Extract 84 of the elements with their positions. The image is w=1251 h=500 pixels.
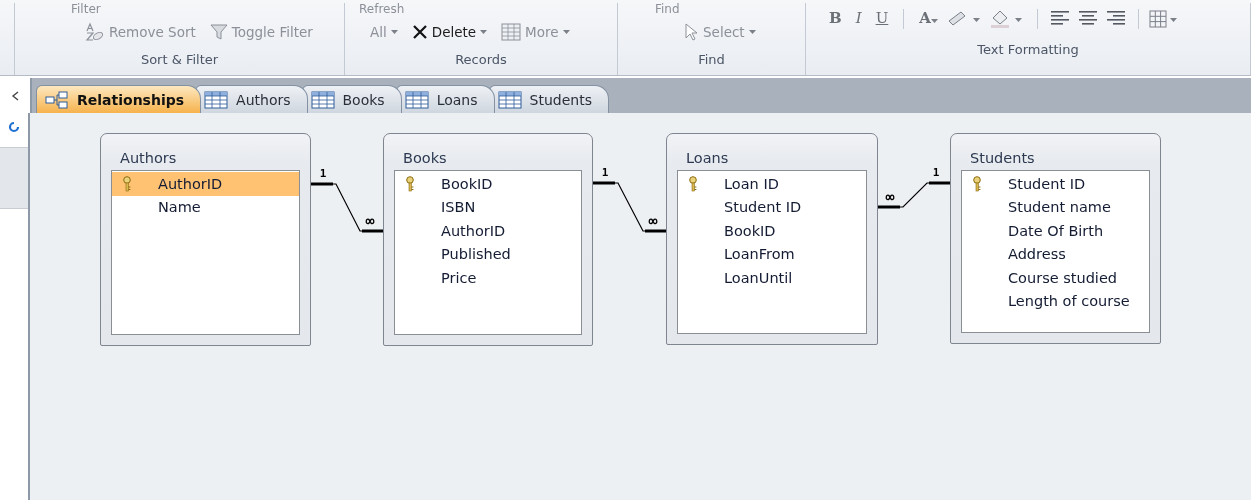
field-item[interactable]: Date Of Birth — [962, 219, 1149, 243]
field-item[interactable]: Student ID — [962, 172, 1149, 196]
delete-x-icon — [411, 24, 428, 40]
key-icon — [122, 175, 132, 192]
field-item[interactable]: Address — [962, 242, 1149, 266]
field-name: LoanFrom — [724, 246, 795, 263]
many-end-label: ∞ — [885, 188, 895, 206]
field-item[interactable]: Published — [395, 242, 581, 266]
group-label: Text Formatting — [976, 40, 1080, 59]
field-item[interactable]: Student ID — [678, 195, 866, 219]
field-name: Length of course — [1008, 293, 1130, 310]
dropdown-caret-icon — [748, 30, 756, 34]
table-title: Loans — [685, 149, 730, 168]
relationships-icon — [45, 90, 69, 109]
table-field-list[interactable]: Students Student ID Student name Date Of Birth Address Course studied Length of course — [950, 133, 1161, 344]
field-item[interactable]: AuthorID — [395, 219, 581, 243]
field-name: Loan ID — [724, 175, 779, 192]
field-item[interactable]: BookID — [395, 172, 581, 196]
field-item[interactable]: AuthorID — [112, 172, 299, 196]
field-name: AuthorID — [441, 222, 506, 239]
field-name: Name — [158, 199, 201, 216]
table-icon — [497, 90, 522, 109]
field-name: AuthorID — [158, 175, 223, 192]
table-title: Books — [402, 149, 448, 168]
ribbon-button[interactable]: Delete — [408, 22, 491, 42]
one-end-label: 1 — [601, 166, 609, 179]
field-name: BookID — [441, 175, 493, 192]
field-name: ISBN — [441, 199, 476, 216]
dropdown-caret-icon — [390, 30, 398, 34]
group-label: Find — [697, 50, 726, 69]
document-tab[interactable]: Authors — [195, 85, 308, 113]
key-icon — [688, 175, 698, 192]
table-field-list[interactable]: Books BookID ISBN AuthorID Published Price — [383, 133, 593, 346]
grid-icon — [501, 23, 522, 41]
gridlines-icon[interactable] — [1148, 9, 1179, 29]
field-item[interactable]: ISBN — [395, 195, 581, 219]
one-end-label: 1 — [319, 167, 327, 180]
field-name: Course studied — [1008, 269, 1118, 286]
table-field-list[interactable]: Authors AuthorID Name — [100, 133, 311, 346]
field-name: Student ID — [724, 199, 802, 216]
field-item[interactable]: Name — [112, 195, 299, 219]
table-field-list[interactable]: Loans Loan ID Student ID BookID LoanFrom LoanUntil — [666, 133, 878, 345]
field-item[interactable]: Student name — [962, 195, 1149, 219]
document-tab[interactable]: Books — [301, 85, 402, 113]
cursor-arrow-icon — [683, 22, 699, 42]
key-icon — [405, 175, 415, 192]
group-label: Sort & Filter — [139, 50, 220, 69]
collapse-chevron-icon[interactable] — [11, 90, 19, 101]
field-name: BookID — [724, 222, 776, 239]
document-tab[interactable]: Loans — [395, 85, 495, 113]
field-name: Student ID — [1008, 175, 1086, 192]
field-item[interactable]: Price — [395, 266, 581, 290]
group-label: Records — [454, 50, 508, 69]
field-name: Published — [441, 246, 511, 263]
filter-icon — [209, 23, 228, 41]
document-tab[interactable]: Students — [488, 85, 609, 113]
field-name: Address — [1008, 246, 1066, 263]
field-name: Student name — [1008, 199, 1111, 216]
dropdown-caret-icon — [480, 30, 488, 34]
field-item[interactable]: Course studied — [962, 266, 1149, 290]
field-name: LoanUntil — [724, 269, 793, 286]
relationship-line[interactable] — [309, 182, 385, 233]
field-item[interactable]: LoanFrom — [678, 242, 866, 266]
table-title: Authors — [119, 149, 178, 168]
dropdown-caret-icon — [562, 30, 570, 34]
one-end-label: 1 — [932, 166, 940, 179]
table-icon — [204, 90, 229, 109]
field-name: Date Of Birth — [1008, 222, 1104, 239]
sort-clear-icon — [85, 22, 105, 42]
table-title: Students — [969, 149, 1036, 168]
field-name: Price — [441, 269, 477, 286]
field-item[interactable]: BookID — [678, 219, 866, 243]
field-item[interactable]: LoanUntil — [678, 266, 866, 290]
field-item[interactable]: Length of course — [962, 289, 1149, 313]
field-item[interactable]: Loan ID — [678, 172, 866, 196]
many-end-label: ∞ — [365, 212, 375, 230]
many-end-label: ∞ — [648, 212, 658, 230]
dropdown-caret-icon — [930, 19, 938, 23]
relationship-line[interactable] — [591, 181, 668, 233]
document-tab[interactable]: Relationships — [36, 85, 202, 113]
relationship-line[interactable] — [876, 181, 952, 209]
table-icon — [404, 90, 429, 109]
key-icon — [972, 175, 982, 192]
table-icon — [310, 90, 335, 109]
